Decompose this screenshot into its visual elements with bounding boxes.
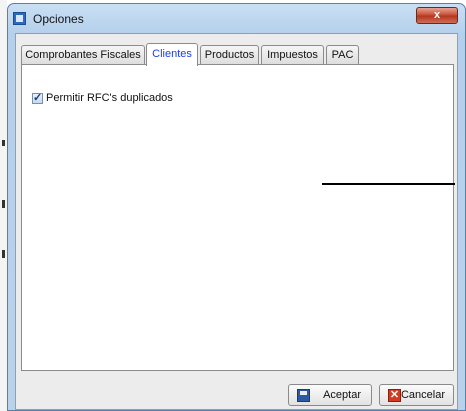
annotation-line (322, 183, 455, 185)
clientes-panel: ✓ Permitir RFC's duplicados (21, 64, 455, 371)
allow-duplicate-rfc-label[interactable]: Permitir RFC's duplicados (46, 92, 173, 104)
checkmark-icon: ✓ (33, 91, 43, 104)
tab-clientes[interactable]: Clientes (146, 43, 198, 66)
options-dialog: Opciones x Comprobantes Fiscales Cliente… (7, 3, 466, 411)
save-icon (297, 388, 310, 402)
tab-comprobantes-fiscales[interactable]: Comprobantes Fiscales (21, 45, 145, 65)
dialog-content: Comprobantes Fiscales Clientes Productos… (15, 33, 458, 410)
allow-duplicate-rfc-option[interactable]: ✓ Permitir RFC's duplicados (32, 91, 173, 105)
accept-label: Aceptar (323, 389, 361, 401)
tab-productos[interactable]: Productos (200, 45, 259, 65)
cancel-icon: ✕ (388, 388, 401, 402)
tab-pac[interactable]: PAC (326, 45, 359, 65)
app-icon (13, 12, 26, 25)
close-button[interactable]: x (416, 7, 458, 24)
window-title: Opciones (33, 12, 84, 26)
cancel-label: Cancelar (400, 389, 445, 401)
accept-button[interactable]: Aceptar (288, 384, 372, 406)
cancel-button[interactable]: ✕ Cancelar (379, 384, 454, 406)
allow-duplicate-rfc-checkbox[interactable]: ✓ (32, 91, 43, 104)
background-window-fragments (2, 140, 5, 270)
tab-impuestos[interactable]: Impuestos (261, 45, 324, 65)
title-bar[interactable]: Opciones x (8, 4, 465, 32)
